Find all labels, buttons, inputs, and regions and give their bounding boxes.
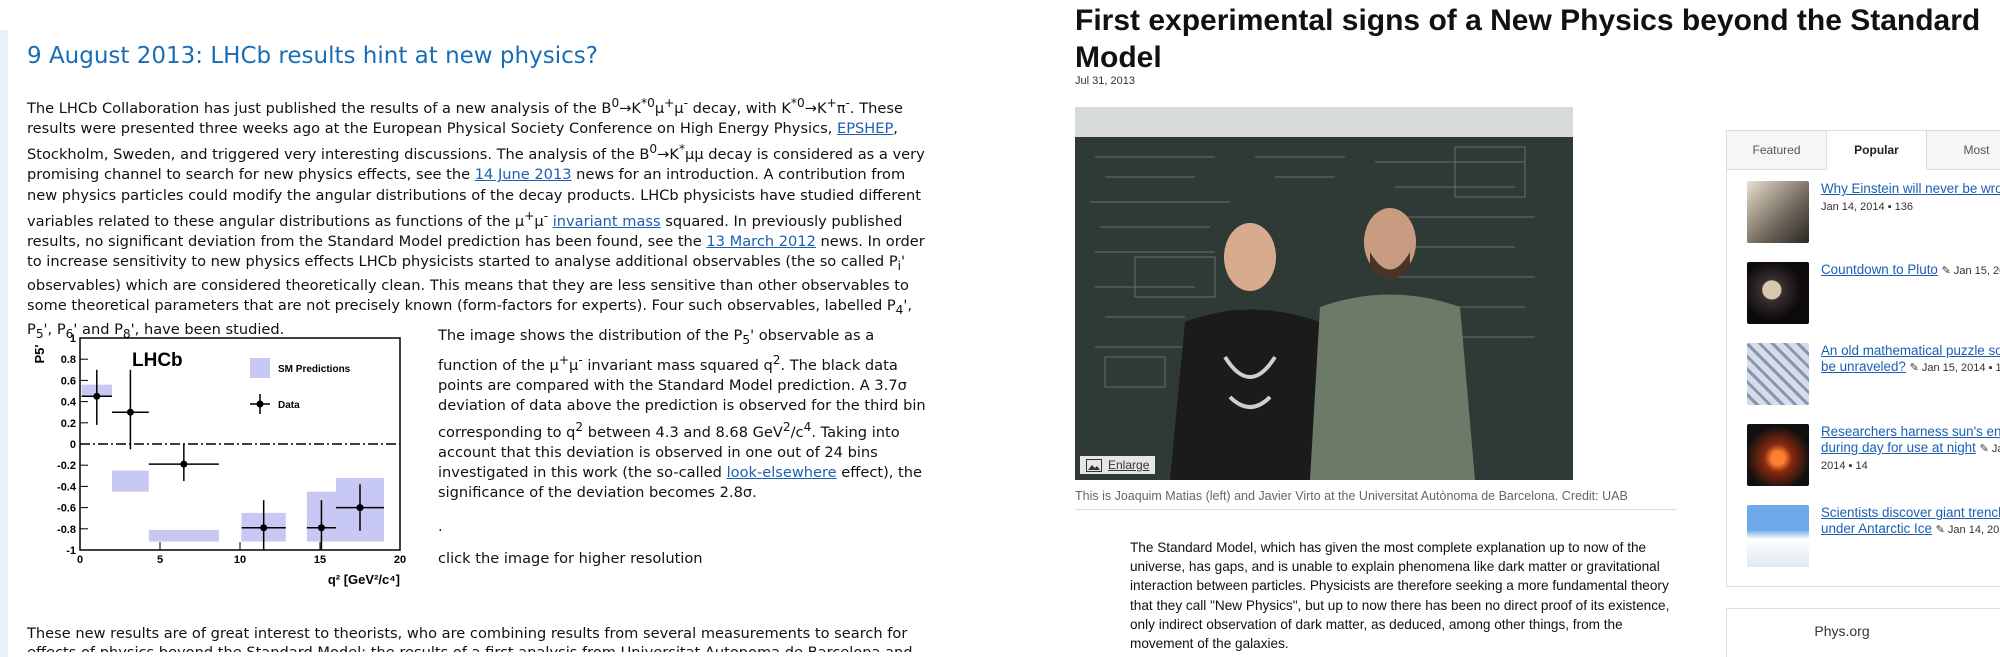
legend-data-label: Data [278, 400, 300, 411]
article-title: First experimental signs of a New Physic… [1075, 4, 1981, 74]
physorg-label: Phys.org [1814, 623, 1870, 639]
tab-popular[interactable]: Popular [1827, 131, 1927, 170]
enlarge-button[interactable]: Enlarge [1080, 456, 1156, 474]
story-text: Scientists discover giant trench under A… [1821, 505, 2000, 538]
comment-icon: ▪ [1988, 362, 1993, 374]
story-item[interactable]: An old mathematical puzzle soon to be un… [1747, 343, 2000, 405]
image-icon [1086, 458, 1102, 472]
story-item[interactable]: Countdown to Pluto ✎ Jan 15, 2014 ▪ 19 [1747, 262, 2000, 324]
y-tick-label-10: 1 [70, 333, 76, 345]
story-count: 1 [1995, 362, 2000, 374]
dot-text: . [438, 518, 443, 536]
epshep-link[interactable]: EPSHEP [837, 120, 893, 137]
story-text: Why Einstein will never be wrong ✎ Jan 1… [1821, 181, 2000, 215]
sm-prediction-box-1 [112, 470, 149, 492]
story-thumbnail[interactable] [1747, 505, 1809, 567]
invariant-mass-link[interactable]: invariant mass [553, 213, 661, 230]
june-news-link[interactable]: 14 June 2013 [475, 166, 572, 183]
story-date: Jan 15, 2014 [1953, 265, 2000, 277]
legend-data-marker [256, 400, 264, 408]
physorg-box: Phys.org [1726, 608, 2000, 657]
story-thumbnail[interactable] [1747, 424, 1809, 486]
physorg-article: First experimental signs of a New Physic… [1000, 0, 2000, 657]
figure-text: The image shows the distribution of the … [438, 327, 926, 502]
news-title: 9 August 2013: LHCb results hint at new … [27, 43, 598, 69]
popular-sidebar: Featured Popular Most Why Einstein will … [1726, 130, 2000, 587]
story-date: Jan 14, 2014 [1821, 201, 1885, 213]
comment-icon: ▪ [1848, 460, 1853, 472]
bottom-paragraph: These new results are of great interest … [27, 625, 908, 642]
sidebar-tabs: Featured Popular Most [1727, 131, 2000, 170]
story-date: Jan 14, 2014 [1947, 524, 2000, 536]
data-point-1 [126, 408, 134, 416]
comment-icon: ▪ [1887, 201, 1892, 213]
tab-featured[interactable]: Featured [1727, 131, 1827, 169]
blackboard-photo [1075, 107, 1573, 480]
story-title[interactable]: Researchers harness sun's energy during … [1821, 424, 2000, 455]
y-tick-label-8: 0.6 [61, 375, 76, 387]
story-thumbnail[interactable] [1747, 262, 1809, 324]
y-tick-label-2: -0.6 [57, 503, 76, 515]
article-date: Jul 31, 2013 [1075, 75, 1135, 87]
data-point-4 [317, 524, 325, 532]
article-body: The Standard Model, which has given the … [1130, 540, 1670, 652]
y-tick-label-0: -1 [66, 545, 76, 557]
article-photo[interactable]: Enlarge [1075, 107, 1573, 480]
story-item[interactable]: Scientists discover giant trench under A… [1747, 505, 2000, 567]
legend-sm-label: SM Predictions [278, 364, 351, 375]
data-point-3 [260, 524, 268, 532]
story-item[interactable]: Why Einstein will never be wrong ✎ Jan 1… [1747, 181, 2000, 243]
x-tick-label-3: 15 [314, 554, 326, 566]
look-elsewhere-link[interactable]: look-elsewhere [727, 464, 837, 481]
story-meta: ✎ Jan 15, 2014 ▪ 19 [1942, 265, 2000, 277]
y-tick-label-4: -0.2 [57, 460, 76, 472]
sm-prediction-box-2 [148, 529, 219, 542]
story-meta: ✎ Jan 15, 2014 ▪ 1 [1909, 362, 2000, 374]
data-point-5 [356, 504, 364, 512]
photo-caption: This is Joaquim Matias (left) and Javier… [1075, 489, 1628, 503]
story-text: Researchers harness sun's energy during … [1821, 424, 2000, 474]
story-text: Countdown to Pluto ✎ Jan 15, 2014 ▪ 19 [1821, 262, 2000, 279]
story-thumbnail[interactable] [1747, 343, 1809, 405]
figure-description: The image shows the distribution of the … [438, 326, 932, 570]
y-tick-label-1: -0.8 [57, 524, 76, 536]
x-tick-label-1: 5 [157, 554, 163, 566]
p5-chart[interactable]: 0 5 10 15 20 -1 -0.8 -0.6 -0.4 -0.2 0 0.2 0.4 0.6 0.8 1… [30, 330, 410, 590]
legend-sm-swatch [250, 358, 270, 378]
story-item[interactable]: Researchers harness sun's energy during … [1747, 424, 2000, 486]
x-tick-label-0: 0 [77, 554, 83, 566]
intro-paragraph: The LHCb Collaboration has just publishe… [27, 96, 925, 342]
x-tick-label-2: 10 [234, 554, 246, 566]
p5-chart-svg[interactable]: 0 5 10 15 20 -1 -0.8 -0.6 -0.4 -0.2 0 0.2 0.4 0.6 0.8 1… [30, 330, 410, 590]
story-title[interactable]: Why Einstein will never be wrong [1821, 181, 2000, 196]
story-thumbnail[interactable] [1747, 181, 1809, 243]
chart-title: LHCb [132, 350, 183, 371]
enlarge-label: Enlarge [1108, 458, 1150, 472]
lhcb-news-page: 9 August 2013: LHCb results hint at new … [0, 0, 1000, 657]
y-axis-label: P5' [32, 345, 47, 364]
y-tick-label-7: 0.4 [61, 397, 77, 409]
y-tick-label-9: 0.8 [61, 354, 76, 366]
story-text: An old mathematical puzzle soon to be un… [1821, 343, 2000, 376]
march-news-link[interactable]: 13 March 2012 [706, 233, 815, 250]
tab-most[interactable]: Most [1927, 131, 2000, 169]
bottom-paragraph-cut: effects of physics beyond the Standard M… [27, 644, 957, 652]
data-point-2 [180, 460, 188, 468]
story-count: 136 [1894, 201, 1914, 213]
left-border [0, 30, 8, 657]
story-count: 14 [1855, 460, 1868, 472]
y-tick-label-5: 0 [70, 439, 76, 451]
y-tick-label-6: 0.2 [61, 418, 76, 430]
data-point-0 [93, 392, 101, 400]
story-title[interactable]: Countdown to Pluto [1821, 262, 1938, 277]
x-axis-label: q² [GeV²/c⁴] [328, 572, 400, 587]
story-date: Jan 15, 2014 [1921, 362, 1986, 374]
click-hint: click the image for higher resolution [438, 550, 703, 568]
x-tick-label-4: 20 [394, 554, 406, 566]
story-meta: ✎ Jan 14, 2014 ▪ 6 [1936, 524, 2000, 536]
y-tick-label-3: -0.4 [57, 481, 77, 493]
caption-divider [1075, 509, 1677, 510]
